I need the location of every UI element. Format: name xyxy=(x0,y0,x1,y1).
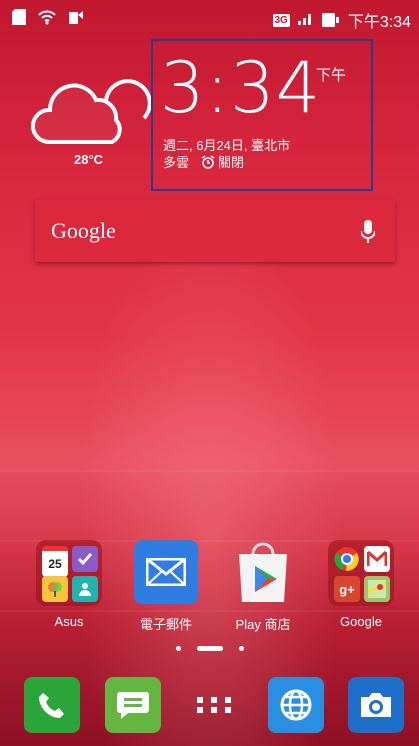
messages-app-icon[interactable] xyxy=(105,677,161,733)
folder-asus-background: 25 xyxy=(36,540,102,606)
signal-icon xyxy=(297,11,315,30)
folder-google-background: g+ xyxy=(328,540,394,606)
clock-time: 3:34 xyxy=(160,47,322,129)
temperature: 28°C xyxy=(74,152,104,167)
network-type-badge: 3G xyxy=(272,13,290,27)
status-bar: 3G 下午3:34 xyxy=(0,0,419,36)
app-drawer-icon xyxy=(197,697,231,713)
battery-icon xyxy=(321,13,339,27)
maps-icon xyxy=(364,576,390,602)
wallpaper-stripe xyxy=(0,610,419,612)
chrome-icon xyxy=(334,546,360,572)
google-logo-text: Google xyxy=(51,218,116,243)
contacts-icon xyxy=(72,576,98,602)
email-label: 電子郵件 xyxy=(139,617,192,632)
alarm-status: 關閉 xyxy=(218,155,245,170)
gmail-icon xyxy=(364,546,390,572)
clock-condition-row: 多雲 關閉 xyxy=(163,152,244,171)
page-dot xyxy=(238,646,244,651)
all-apps-button[interactable] xyxy=(186,677,242,733)
play-store-label: Play 商店 xyxy=(235,617,291,632)
play-store-icon xyxy=(231,540,295,604)
clock-ampm: 下午 xyxy=(316,67,347,84)
browser-app-icon[interactable] xyxy=(268,677,324,733)
camera-app-icon[interactable] xyxy=(348,677,404,733)
google-search-bar[interactable]: Google xyxy=(35,200,395,262)
message-icon xyxy=(117,692,149,719)
phone-icon xyxy=(39,693,64,718)
folder-asus-label: Asus xyxy=(54,614,84,629)
email-icon xyxy=(134,540,198,604)
page-dot xyxy=(175,646,181,651)
microphone-icon[interactable] xyxy=(360,220,376,249)
phone-app-icon[interactable] xyxy=(24,677,80,733)
weather-condition: 多雲 xyxy=(163,155,190,170)
globe-icon xyxy=(280,689,312,721)
alarm-clock-icon xyxy=(201,154,215,169)
camera-icon xyxy=(361,693,391,717)
google-plus-icon: g+ xyxy=(334,576,360,602)
sd-card-icon xyxy=(12,9,26,30)
wallpaper-stripe xyxy=(0,470,419,472)
calendar-icon: 25 xyxy=(42,546,68,577)
gallery-icon xyxy=(42,576,68,602)
cloud-icon xyxy=(31,79,152,144)
status-time: 下午3:34 xyxy=(347,14,411,31)
page-dot-current xyxy=(196,646,223,651)
battery-saver-icon xyxy=(68,9,84,30)
do-it-later-icon xyxy=(72,546,98,572)
page-indicator xyxy=(0,646,419,651)
weather-widget[interactable]: 28°C xyxy=(28,60,158,170)
wifi-icon xyxy=(38,9,56,30)
folder-google-label: Google xyxy=(340,614,382,629)
